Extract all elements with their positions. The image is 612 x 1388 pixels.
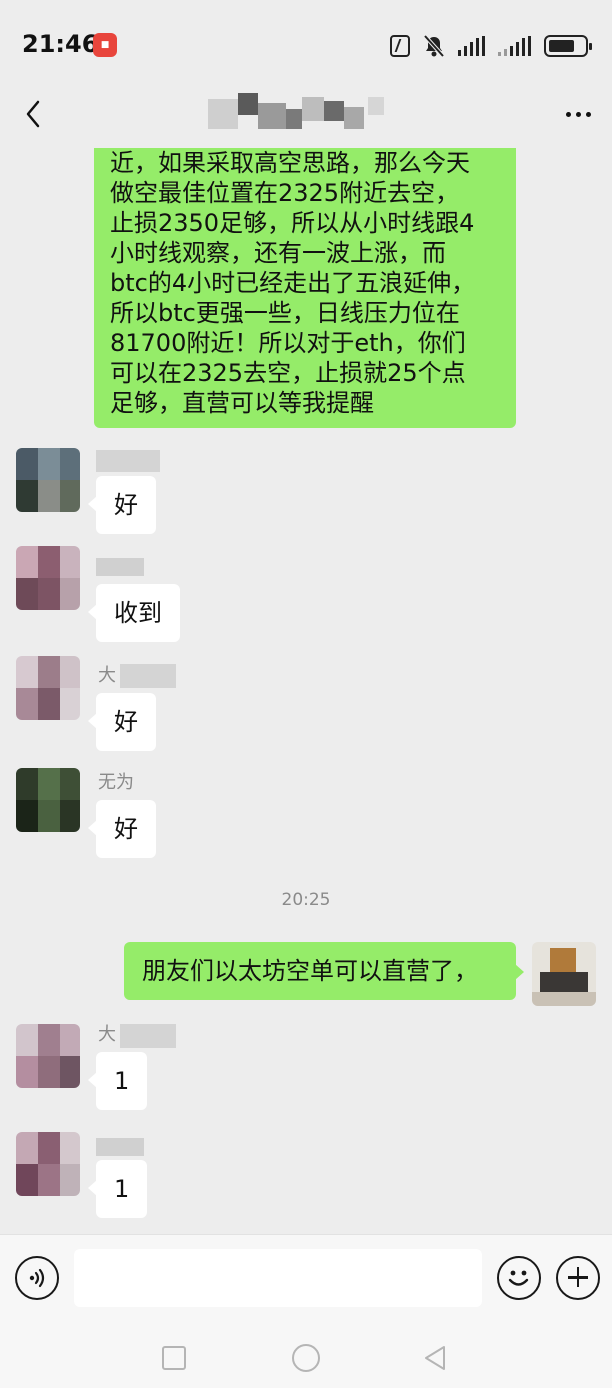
voice-button[interactable]	[15, 1256, 59, 1300]
message-bubble[interactable]: 好	[88, 800, 156, 858]
emoji-icon	[508, 1270, 529, 1286]
back-button[interactable]	[16, 94, 52, 134]
message-list[interactable]: 线看以太的压力最强在2325附 近，如果采取高空思路，那么今天 做空最佳位置在2…	[0, 148, 612, 1234]
avatar[interactable]	[16, 1024, 80, 1088]
my-avatar[interactable]	[532, 942, 596, 1006]
status-bar: 21:46 ■	[0, 0, 612, 88]
my-message-bubble[interactable]: 朋友们以太坊空单可以直营了，	[124, 942, 524, 1000]
signal-icon	[458, 36, 485, 56]
message-bubble[interactable]: 收到	[88, 584, 180, 642]
more-dots-icon	[565, 111, 571, 117]
signal-icon	[498, 36, 531, 56]
message-input[interactable]	[74, 1249, 482, 1307]
home-button[interactable]	[292, 1344, 320, 1372]
chevron-left-icon	[26, 100, 40, 128]
chat-title-redacted	[208, 93, 388, 131]
battery-icon	[544, 35, 592, 57]
system-navigation-bar	[0, 1328, 612, 1388]
input-bar	[0, 1234, 612, 1328]
status-icons	[390, 33, 592, 59]
sender-name: 大	[98, 665, 116, 686]
more-options-button[interactable]	[560, 94, 596, 134]
voice-icon	[29, 1268, 45, 1288]
system-back-button[interactable]	[422, 1344, 450, 1372]
avatar[interactable]	[16, 448, 80, 512]
avatar[interactable]	[16, 768, 80, 832]
sender-name-redacted	[120, 664, 176, 688]
avatar[interactable]	[16, 656, 80, 720]
chat-header	[0, 88, 612, 148]
sender-name: 大	[98, 1024, 116, 1045]
my-message-bubble[interactable]: 线看以太的压力最强在2325附 近，如果采取高空思路，那么今天 做空最佳位置在2…	[94, 148, 516, 428]
sender-name-redacted	[96, 1138, 144, 1156]
sender-name-redacted	[96, 558, 144, 576]
notification-app-icon: ■	[93, 33, 117, 57]
sender-name: 无为	[98, 772, 134, 793]
back-icon	[425, 1346, 445, 1370]
sender-name-redacted	[120, 1024, 176, 1048]
message-bubble[interactable]: 好	[88, 476, 156, 534]
message-bubble[interactable]: 1	[87, 1052, 148, 1110]
emoji-button[interactable]	[497, 1256, 541, 1300]
avatar[interactable]	[16, 1132, 80, 1196]
recent-apps-button[interactable]	[162, 1346, 186, 1370]
status-time: 21:46	[22, 30, 99, 58]
mute-icon	[423, 34, 445, 58]
nfc-icon	[390, 35, 410, 57]
sender-name-redacted	[96, 450, 160, 472]
message-bubble[interactable]: 好	[88, 693, 156, 751]
message-bubble[interactable]: 1	[87, 1160, 148, 1218]
time-divider: 20:25	[281, 890, 331, 910]
avatar[interactable]	[16, 546, 80, 610]
plus-button[interactable]	[556, 1256, 600, 1300]
